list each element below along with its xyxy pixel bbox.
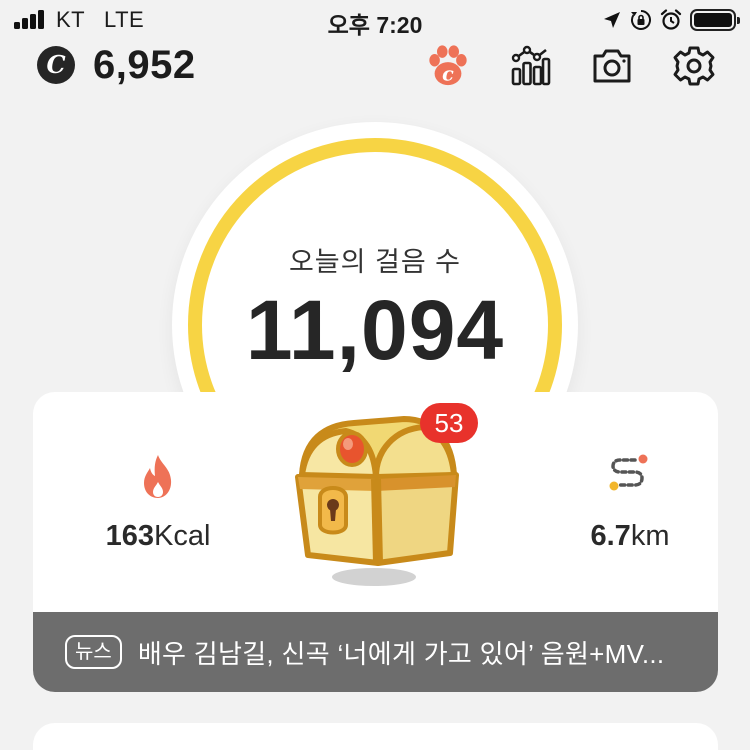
settings-button[interactable]	[672, 44, 716, 88]
battery-icon	[690, 9, 740, 31]
alarm-clock-icon	[660, 9, 682, 30]
distance-unit: km	[630, 520, 670, 552]
camera-icon	[593, 49, 631, 83]
paw-coin-icon: c	[429, 45, 467, 85]
distance-stat: 6.7km	[545, 452, 715, 553]
calories-unit: Kcal	[153, 520, 211, 552]
app-header: C 6,952 c	[0, 42, 750, 90]
camera-button[interactable]	[590, 44, 634, 88]
distance-value-row: 6.7km	[545, 520, 715, 553]
svg-text:c: c	[442, 62, 454, 85]
header-actions: c	[426, 44, 716, 88]
news-tag: 뉴스	[65, 635, 122, 669]
chest-count-badge: 53	[420, 403, 478, 443]
location-arrow-icon	[604, 12, 620, 28]
paw-coin-button[interactable]: c	[426, 44, 470, 88]
next-card	[33, 723, 718, 750]
distance-value: 6.7	[590, 520, 631, 552]
coin-icon: C	[37, 46, 75, 84]
gear-icon	[673, 46, 715, 86]
calories-value-row: 163Kcal	[73, 520, 243, 553]
steps-label: 오늘의 걸음 수	[288, 247, 462, 277]
status-icons	[602, 8, 740, 32]
orientation-lock-icon	[631, 10, 651, 30]
calories-stat: 163Kcal	[73, 452, 243, 553]
flame-icon	[144, 455, 172, 498]
status-bar: KT LTE 오후 7:20	[0, 0, 750, 42]
news-headline[interactable]: 배우 김남길, 신곡 ‘너에게 가고 있어’ 음원+MV...	[138, 634, 665, 671]
statistics-button[interactable]	[508, 44, 552, 88]
calories-value: 163	[105, 520, 154, 552]
steps-count: 11,094	[245, 283, 505, 377]
news-ticker[interactable]: 뉴스 배우 김남길, 신곡 ‘너에게 가고 있어’ 음원+MV...	[33, 612, 718, 692]
route-icon	[609, 454, 648, 491]
bar-chart-icon	[511, 45, 551, 86]
coin-balance[interactable]: 6,952	[93, 42, 196, 88]
